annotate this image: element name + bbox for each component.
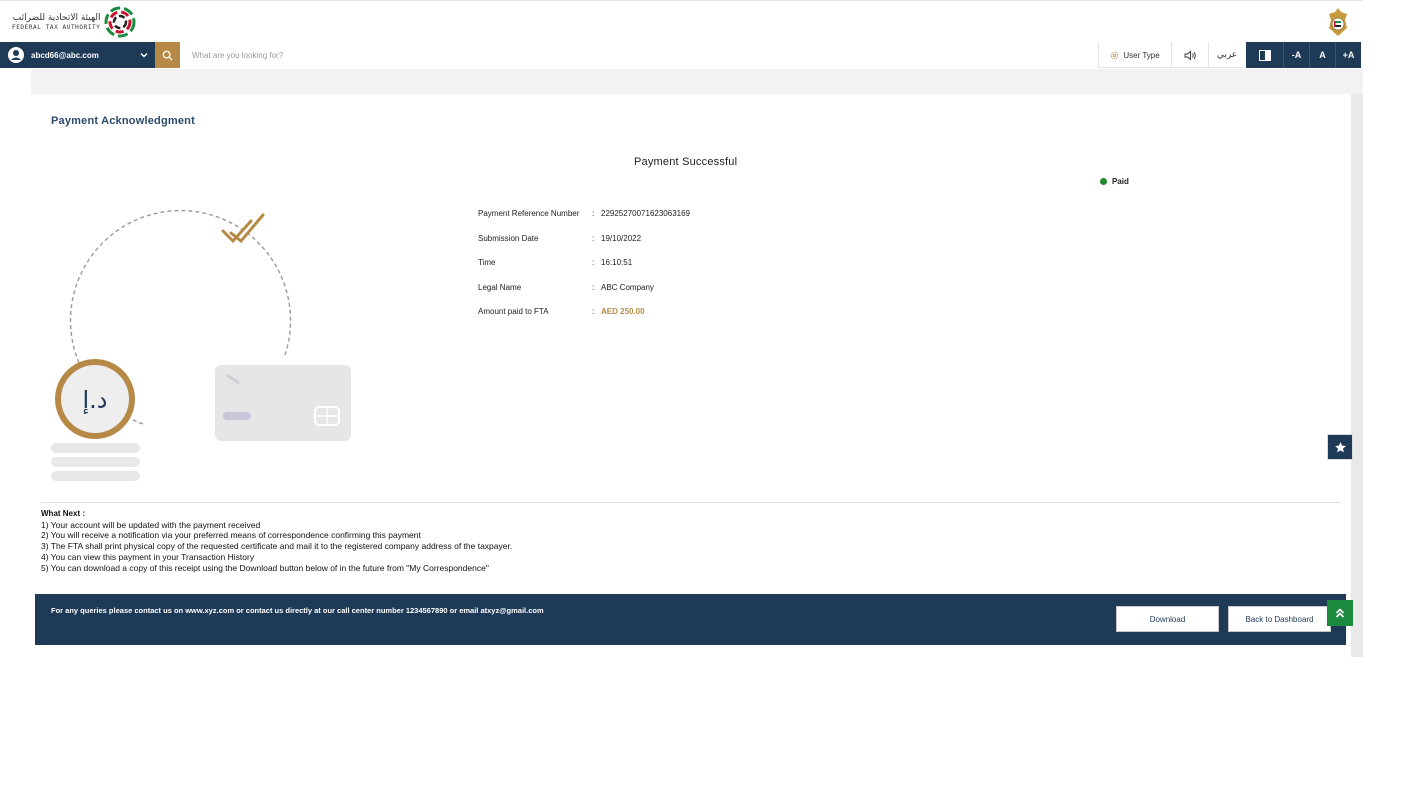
what-next-item: 1) Your account will be updated with the… xyxy=(41,519,261,530)
footer-contact-text: For any queries please contact us on www… xyxy=(51,606,544,615)
logo-english: FEDERAL TAX AUTHORITY xyxy=(12,23,101,31)
time-value: 16:10:51 xyxy=(601,258,633,268)
read-aloud-button[interactable] xyxy=(1171,42,1208,68)
fta-logo-mark-icon xyxy=(104,6,136,38)
detail-label: Submission Date xyxy=(478,233,539,243)
detail-label: Amount paid to FTA xyxy=(478,307,549,317)
coin-stack-icon xyxy=(51,443,140,481)
detail-colon: : xyxy=(592,307,595,317)
settings-icon xyxy=(1111,51,1119,59)
detail-label: Time xyxy=(478,258,496,268)
top-header: الهيئة الاتحادية للضرائب FEDERAL TAX AUT… xyxy=(0,0,1363,42)
detail-row-reference: Payment Reference Number : 2292527007162… xyxy=(478,209,690,234)
credit-card-icon xyxy=(215,365,351,441)
search-icon xyxy=(162,50,173,61)
detail-colon: : xyxy=(592,258,595,268)
font-normal-button[interactable]: A xyxy=(1309,42,1335,68)
what-next-title: What Next : xyxy=(41,509,85,518)
payment-reference-value: 22925270071623063169 xyxy=(601,209,690,218)
chevron-down-icon[interactable] xyxy=(139,50,149,60)
fta-logo[interactable]: الهيئة الاتحادية للضرائب FEDERAL TAX AUT… xyxy=(12,6,136,38)
status-dot-icon xyxy=(1100,178,1107,185)
payment-illustration: د.إ xyxy=(51,209,351,481)
favorites-button[interactable] xyxy=(1327,434,1353,460)
detail-row-legal-name: Legal Name : ABC Company xyxy=(478,283,690,308)
logo-arabic: الهيئة الاتحادية للضرائب xyxy=(12,12,101,23)
status-badge: Paid xyxy=(1100,177,1129,186)
logo-text: الهيئة الاتحادية للضرائب FEDERAL TAX AUT… xyxy=(12,13,100,32)
section-divider xyxy=(41,502,1341,503)
what-next-item: 3) The FTA shall print physical copy of … xyxy=(41,541,513,552)
user-menu[interactable]: abcd66@abc.com xyxy=(0,42,155,68)
user-type-button[interactable]: User Type xyxy=(1098,42,1171,68)
amount-paid-value: AED 250.00 xyxy=(601,307,645,317)
page-title: Payment Acknowledgment xyxy=(51,115,195,127)
font-increase-button[interactable]: +A xyxy=(1335,42,1361,68)
nav-right-tools: User Type عربي -A A +A xyxy=(1098,42,1361,68)
what-next-section: What Next : 1) Your account will be upda… xyxy=(41,509,512,573)
scrollbar[interactable] xyxy=(1351,94,1363,657)
contrast-toggle-button[interactable] xyxy=(1245,42,1283,68)
detail-row-time: Time : 16:10:51 xyxy=(478,258,690,283)
payment-status-heading: Payment Successful xyxy=(634,156,738,168)
breadcrumb-band xyxy=(31,69,1363,94)
detail-row-submission-date: Submission Date : 19/10/2022 xyxy=(478,234,690,259)
detail-colon: : xyxy=(592,282,595,292)
footer-bar: For any queries please contact us on www… xyxy=(35,594,1346,645)
speaker-icon xyxy=(1184,50,1196,60)
detail-label: Payment Reference Number xyxy=(478,209,580,218)
coin-currency-symbol: د.إ xyxy=(83,386,108,415)
what-next-item: 4) You can view this payment in your Tra… xyxy=(41,551,255,562)
legal-name-value: ABC Company xyxy=(601,282,654,292)
detail-row-amount: Amount paid to FTA : AED 250.00 xyxy=(478,307,690,332)
submission-date-value: 19/10/2022 xyxy=(601,233,642,243)
star-icon xyxy=(1334,441,1346,452)
user-avatar-icon xyxy=(8,47,24,63)
back-to-dashboard-button[interactable]: Back to Dashboard xyxy=(1228,606,1331,632)
double-check-icon xyxy=(221,213,265,244)
status-badge-label: Paid xyxy=(1112,177,1129,186)
app: الهيئة الاتحادية للضرائب FEDERAL TAX AUT… xyxy=(0,0,1363,657)
user-type-label: User Type xyxy=(1123,50,1160,60)
download-button[interactable]: Download xyxy=(1116,606,1219,632)
what-next-item: 2) You will receive a notification via y… xyxy=(41,530,421,541)
chevrons-up-icon xyxy=(1335,608,1345,618)
dirham-coin-icon: د.إ xyxy=(55,359,135,439)
language-toggle-arabic[interactable]: عربي xyxy=(1208,42,1245,68)
payment-details-list: Payment Reference Number : 2292527007162… xyxy=(478,209,690,332)
scroll-to-top-button[interactable] xyxy=(1327,600,1353,626)
font-decrease-button[interactable]: -A xyxy=(1283,42,1309,68)
what-next-item: 5) You can download a copy of this recei… xyxy=(41,562,489,573)
navbar: abcd66@abc.com User Type xyxy=(0,42,1363,68)
detail-label: Legal Name xyxy=(478,282,522,292)
user-email: abcd66@abc.com xyxy=(31,50,99,60)
detail-colon: : xyxy=(592,233,595,243)
detail-colon: : xyxy=(592,209,595,218)
contrast-icon xyxy=(1258,49,1271,61)
uae-emblem-icon xyxy=(1329,8,1347,36)
search-input[interactable] xyxy=(180,42,1098,68)
search-button[interactable] xyxy=(155,42,180,68)
